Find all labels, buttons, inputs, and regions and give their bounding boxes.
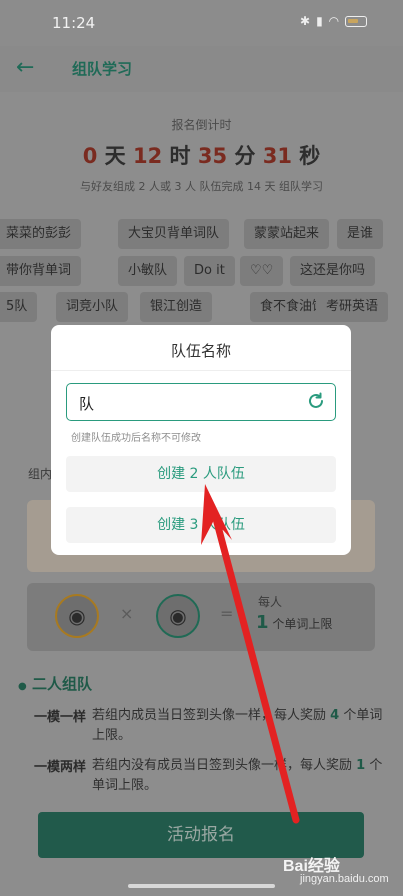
rule2-text: 若组内没有成员当日签到头像一样，每人奖励 1 个单词上限。 [92,758,383,793]
reward-unit: 个单词上限 [272,617,333,631]
team-chip[interactable]: 5队 [0,292,38,322]
countdown-hours-unit: 时 [169,144,191,168]
baidu-watermark-url: jingyan.baidu.com [300,873,389,885]
system-icons: ✱ ▮ ◠ [300,14,368,28]
team-chip[interactable]: ♡♡ [240,256,284,286]
reward-per-person: 每人 [258,595,283,609]
team-chip[interactable]: 大宝贝背单词队 [118,219,230,249]
countdown-hours: 12 [132,144,163,168]
team-name-value[interactable]: 队 [79,393,94,414]
equals-icon: = [220,604,234,623]
rules-title: ● 二人组队 [18,675,92,693]
refresh-icon[interactable] [306,391,326,411]
status-time: 11:24 [52,14,96,32]
countdown-minutes-unit: 分 [234,144,256,168]
page-title: 组队学习 [72,60,133,78]
team-chip[interactable]: 考研英语 [316,292,389,322]
create-3-person-team-button[interactable]: 创建 3 人队伍 [66,507,336,543]
app-header [0,46,403,92]
battery-icon [345,15,368,27]
reward-amount: 1 个单词上限 [256,612,332,633]
rule2-label: 一模两样 [34,760,87,775]
countdown-days: 0 [82,144,98,168]
team-chip[interactable]: 小敏队 [118,256,178,286]
team-chip[interactable]: 菜菜的彭彭 [0,219,82,249]
group-label-partial: 组内 [28,467,53,481]
team-chip[interactable]: 蒙蒙站起来 [244,219,330,249]
team-chip[interactable]: Do it [184,256,235,286]
owl-avatar-icon: ◉ [156,594,200,638]
back-arrow-icon[interactable]: ← [16,55,34,80]
countdown-minutes: 35 [197,144,228,168]
dialog-hint: 创建队伍成功后名称不可修改 [71,433,201,444]
dialog-title: 队伍名称 [170,342,231,360]
bullet-dot-icon: ● [18,681,27,692]
countdown-days-unit: 天 [104,144,126,168]
create-2-person-team-button[interactable]: 创建 2 人队伍 [66,456,336,492]
rule1-text: 若组内成员当日签到头像一样，每人奖励 4 个单词上限。 [92,708,383,743]
countdown-subtitle: 与好友组成 2 人或 3 人 队伍完成 14 天 组队学习 [80,180,323,193]
team-name-input[interactable] [66,383,336,421]
wifi-icon: ◠ [328,14,340,28]
team-chip[interactable]: 带你背单词 [0,256,82,286]
rule1-label: 一模一样 [34,710,87,725]
countdown-timer: 0 天 12 时 35 分 31 秒 [0,140,403,170]
countdown-seconds-unit: 秒 [299,144,321,168]
dialog-divider [51,370,351,371]
bluetooth-icon: ✱ [300,14,311,28]
team-chip[interactable]: 是谁 [337,219,384,249]
team-chip[interactable]: 这还是你吗 [290,256,376,286]
home-indicator [128,884,275,888]
team-chip[interactable]: 词竞小队 [56,292,129,322]
countdown-label: 报名倒计时 [171,118,232,132]
multiply-icon: × [120,604,134,623]
countdown-seconds: 31 [262,144,292,168]
signal-icon: ▮ [316,14,323,28]
reward-count: 1 [256,612,269,633]
owl-avatar-icon: ◉ [55,594,99,638]
team-chip[interactable]: 银江创造 [140,292,213,322]
